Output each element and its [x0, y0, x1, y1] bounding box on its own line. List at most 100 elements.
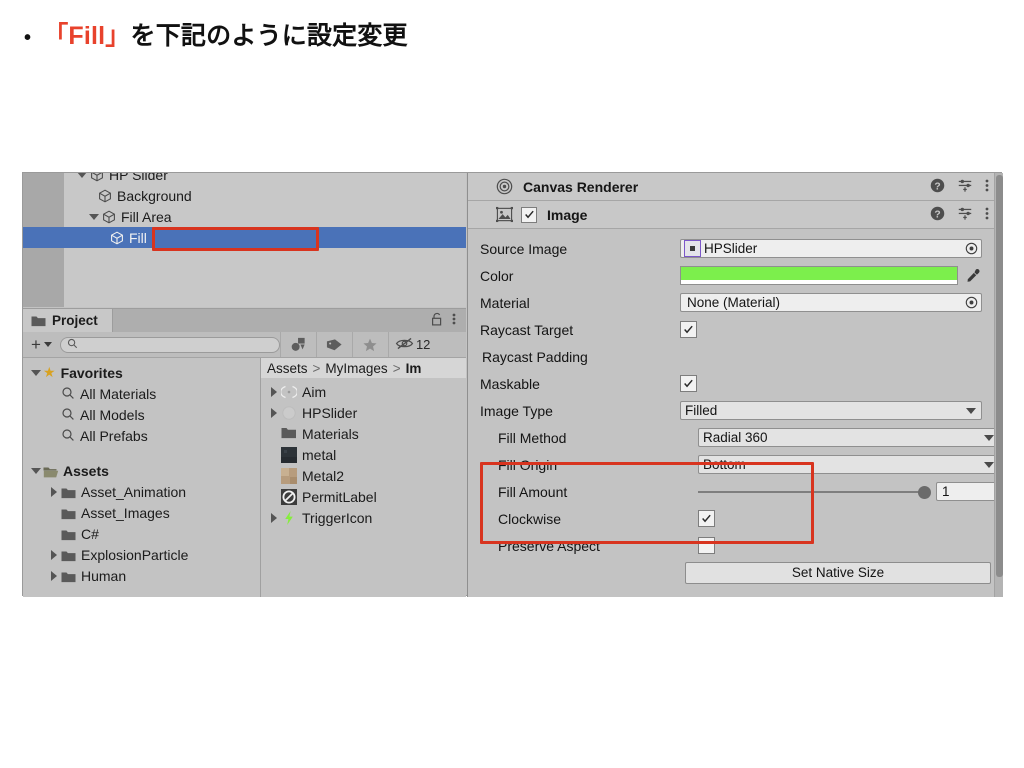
- hierarchy-row-fill-area[interactable]: Fill Area: [23, 206, 466, 227]
- assets-item-asset-animation[interactable]: Asset_Animation: [23, 481, 260, 502]
- label-filter-icon[interactable]: [315, 332, 352, 357]
- fill-amount-input[interactable]: 1: [936, 482, 1000, 501]
- property-row-preserve-aspect: Preserve Aspect: [468, 532, 1003, 559]
- favorites-item-all-models[interactable]: All Models: [23, 404, 260, 425]
- image-enabled-checkbox[interactable]: [521, 206, 537, 223]
- property-label: Maskable: [480, 375, 540, 392]
- star-icon: ★: [43, 364, 56, 380]
- property-row-fill-origin: Fill Origin Bottom: [468, 451, 1003, 478]
- raycast-target-checkbox[interactable]: [680, 321, 697, 338]
- preserve-aspect-checkbox[interactable]: [698, 537, 715, 554]
- fill-amount-slider[interactable]: [698, 485, 931, 499]
- type-filter-icon[interactable]: [279, 332, 316, 357]
- slide-heading: • 「Fill」 を下記のように設定変更: [24, 16, 408, 52]
- asset-row-aim[interactable]: Aim: [261, 381, 466, 402]
- foldout-down-icon[interactable]: [75, 173, 89, 178]
- asset-row-metal2[interactable]: Metal2: [261, 465, 466, 486]
- slider-handle[interactable]: [918, 485, 931, 499]
- folder-icon: [61, 549, 76, 561]
- eyedropper-icon[interactable]: [966, 268, 981, 283]
- hierarchy-row-background[interactable]: Background: [23, 185, 466, 206]
- tab-label: Project: [52, 313, 98, 328]
- asset-label: HPSlider: [302, 404, 358, 421]
- assets-item-label: Human: [81, 567, 127, 584]
- asset-row-metal[interactable]: metal: [261, 444, 466, 465]
- component-header-image[interactable]: Image ?: [468, 201, 1003, 229]
- clockwise-checkbox[interactable]: [698, 510, 715, 527]
- object-picker-icon[interactable]: [965, 242, 978, 255]
- kebab-menu-icon[interactable]: [985, 178, 989, 196]
- padlock-open-icon[interactable]: [431, 312, 443, 329]
- assets-item-human[interactable]: Human: [23, 565, 260, 586]
- breadcrumb-item-assets[interactable]: Assets: [267, 361, 308, 376]
- object-picker-icon[interactable]: [965, 296, 978, 309]
- foldout-down-icon[interactable]: [87, 213, 101, 220]
- search-icon: [61, 386, 76, 401]
- set-native-size-button[interactable]: Set Native Size: [685, 561, 991, 584]
- plus-icon: +: [31, 335, 41, 354]
- help-icon[interactable]: ?: [930, 178, 945, 196]
- foldout-right-icon[interactable]: [47, 486, 61, 497]
- breadcrumb-item-myimages[interactable]: MyImages: [325, 361, 387, 376]
- hierarchy-row-hp-slider[interactable]: HP Slider: [23, 173, 466, 185]
- component-title: Canvas Renderer: [523, 178, 639, 195]
- foldout-right-icon[interactable]: [47, 570, 61, 581]
- assets-item-csharp[interactable]: C#: [23, 523, 260, 544]
- kebab-menu-icon[interactable]: [452, 312, 456, 329]
- chevron-down-icon: [43, 342, 52, 347]
- tab-project[interactable]: Project: [23, 309, 113, 332]
- foldout-right-icon[interactable]: [267, 407, 281, 418]
- inspector-panel: Canvas Renderer ? Image ? Source Image H…: [467, 173, 1003, 597]
- heading-accent-text: 「Fill」: [43, 22, 131, 50]
- assets-item-label: Asset_Animation: [81, 483, 187, 500]
- foldout-down-icon[interactable]: [29, 369, 43, 376]
- assets-root[interactable]: Assets: [23, 460, 260, 481]
- asset-row-triggericon[interactable]: TriggerIcon: [261, 507, 466, 528]
- foldout-down-icon[interactable]: [29, 467, 43, 474]
- property-row-maskable: Maskable: [468, 370, 1003, 397]
- project-panel: Project + 12 ★ Favorites All Materials A…: [23, 308, 466, 597]
- favorite-filter-icon[interactable]: [351, 332, 388, 357]
- component-header-canvas-renderer[interactable]: Canvas Renderer ?: [468, 173, 1003, 201]
- color-swatch-field[interactable]: [680, 266, 958, 285]
- favorites-item-all-materials[interactable]: All Materials: [23, 383, 260, 404]
- add-asset-button[interactable]: +: [23, 336, 60, 353]
- foldout-right-icon[interactable]: [267, 512, 281, 523]
- circle-sprite-thumb-icon: [281, 405, 297, 421]
- cube-icon: [101, 209, 117, 225]
- kebab-menu-icon[interactable]: [985, 206, 989, 224]
- foldout-right-icon[interactable]: [267, 386, 281, 397]
- source-image-field[interactable]: HPSlider: [680, 239, 982, 258]
- assets-item-asset-images[interactable]: Asset_Images: [23, 502, 260, 523]
- breadcrumb-item-current[interactable]: Im: [406, 361, 422, 376]
- foldout-right-icon[interactable]: [47, 549, 61, 560]
- assets-item-label: ExplosionParticle: [81, 546, 189, 563]
- project-body: ★ Favorites All Materials All Models All…: [23, 358, 466, 597]
- preset-icon[interactable]: [957, 205, 973, 224]
- material-field[interactable]: None (Material): [680, 293, 982, 312]
- hierarchy-row-fill[interactable]: Fill: [23, 227, 466, 248]
- property-label: Source Image: [480, 240, 568, 257]
- help-icon[interactable]: ?: [930, 206, 945, 224]
- fill-origin-value: Bottom: [703, 457, 746, 472]
- inspector-scrollbar[interactable]: [994, 173, 1003, 597]
- favorites-root[interactable]: ★ Favorites: [23, 362, 260, 383]
- property-row-raycast-padding[interactable]: Raycast Padding: [468, 343, 1003, 370]
- search-input[interactable]: [59, 336, 280, 353]
- scrollbar-thumb[interactable]: [996, 175, 1003, 577]
- property-label: Color: [480, 267, 514, 284]
- heading-rest-text: を下記のように設定変更: [130, 22, 408, 50]
- preset-icon[interactable]: [957, 177, 973, 196]
- image-type-dropdown[interactable]: Filled: [680, 401, 982, 420]
- asset-row-hpslider[interactable]: HPSlider: [261, 402, 466, 423]
- fill-method-dropdown[interactable]: Radial 360: [698, 428, 1000, 447]
- asset-row-materials[interactable]: Materials: [261, 423, 466, 444]
- asset-row-permitlabel[interactable]: PermitLabel: [261, 486, 466, 507]
- property-row-fill-amount: Fill Amount 1: [468, 478, 1003, 505]
- assets-item-explosionparticle[interactable]: ExplosionParticle: [23, 544, 260, 565]
- maskable-checkbox[interactable]: [680, 375, 697, 392]
- favorites-item-label: All Prefabs: [80, 427, 148, 444]
- fill-origin-dropdown[interactable]: Bottom: [698, 455, 1000, 474]
- favorites-item-all-prefabs[interactable]: All Prefabs: [23, 425, 260, 446]
- hidden-packages-toggle[interactable]: 12: [387, 332, 438, 357]
